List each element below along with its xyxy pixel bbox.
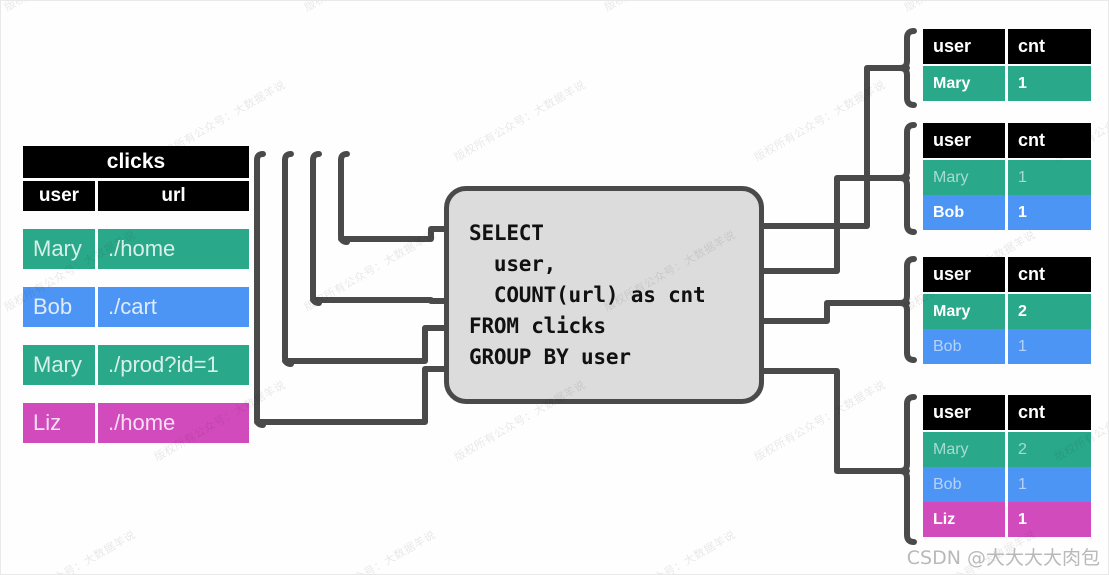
column-header-cnt: cnt: [1018, 36, 1045, 56]
cell-user: Liz: [33, 410, 62, 435]
result-bracket-2: [897, 122, 917, 235]
input-table-clicks: clicks user url Mary ./home Bob ./cart M…: [23, 146, 249, 443]
table-row: Liz 1: [923, 502, 1091, 537]
column-header-user: user: [933, 130, 972, 150]
left-bracket-rail-1: [254, 151, 266, 428]
cell-user: Bob: [33, 294, 73, 319]
cell-cnt: 1: [1018, 203, 1027, 221]
table-row: Mary 1: [923, 160, 1091, 195]
wire-row3-to-sql: [282, 325, 452, 364]
table-row: Mary 1: [923, 66, 1091, 101]
cell-user: Bob: [933, 475, 962, 493]
table-row: Bob 1: [923, 329, 1091, 364]
cell-cnt: 1: [1018, 510, 1027, 528]
cell-url: ./cart: [108, 294, 157, 319]
output-table-3: user cnt Mary 2 Bob 1: [923, 257, 1091, 364]
table-row: Mary 2: [923, 432, 1091, 467]
cell-cnt: 1: [1018, 475, 1027, 493]
column-header-user: user: [933, 264, 972, 284]
cell-user: Bob: [933, 203, 965, 221]
sql-query-text: SELECT user, COUNT(url) as cnt FROM clic…: [469, 220, 706, 369]
wire-row4-to-sql: [254, 366, 452, 425]
table-row: Mary 2: [923, 294, 1091, 329]
cell-cnt: 1: [1018, 337, 1027, 355]
table-row: Bob ./cart: [23, 287, 249, 327]
sql-query-box: SELECT user, COUNT(url) as cnt FROM clic…: [444, 186, 764, 404]
cell-cnt: 2: [1018, 302, 1027, 320]
wire-sql-to-result3: [756, 300, 910, 324]
diagram-canvas: clicks user url Mary ./home Bob ./cart M…: [0, 0, 1109, 575]
output-table-1: user cnt Mary 1: [923, 29, 1091, 101]
csdn-credit: CSDN @大大大大肉包: [906, 547, 1100, 569]
cell-cnt: 1: [1018, 74, 1027, 92]
output-table-2: user cnt Mary 1 Bob 1: [923, 123, 1091, 230]
column-header-cnt: cnt: [1018, 264, 1045, 284]
wire-row1-to-sql: [338, 226, 452, 242]
cell-url: ./prod?id=1: [108, 352, 219, 377]
cell-user: Mary: [33, 352, 82, 377]
table-row: Liz ./home: [23, 403, 249, 443]
cell-user: Mary: [933, 302, 971, 320]
column-header-cnt: cnt: [1018, 130, 1045, 150]
table-row: Mary ./home: [23, 229, 249, 269]
column-header-cnt: cnt: [1018, 402, 1045, 422]
table-title-row: clicks: [23, 146, 249, 178]
table-row: Bob 1: [923, 467, 1091, 502]
cell-user: Mary: [933, 440, 969, 458]
left-bracket-rail-4: [338, 151, 350, 245]
cell-user: Mary: [33, 236, 82, 261]
result-bracket-4: [897, 394, 917, 545]
table-header-row: user url: [23, 181, 249, 211]
cell-cnt: 2: [1018, 440, 1027, 458]
left-bracket-rail-3: [310, 151, 322, 306]
table-row: Mary ./prod?id=1: [23, 345, 249, 385]
result-bracket-1: [897, 28, 917, 108]
column-header-user: user: [933, 36, 972, 56]
table-row: Bob 1: [923, 195, 1091, 230]
cell-user: Mary: [933, 74, 971, 92]
cell-cnt: 1: [1018, 168, 1027, 186]
wire-sql-to-result4: [756, 368, 910, 474]
table-header-row: user cnt: [923, 257, 1091, 292]
cell-url: ./home: [108, 236, 176, 261]
column-header-user: user: [38, 185, 80, 206]
cell-user: Liz: [933, 510, 956, 528]
table-title: clicks: [106, 150, 166, 173]
cell-url: ./home: [108, 410, 176, 435]
table-header-row: user cnt: [923, 29, 1091, 64]
result-bracket-3: [897, 256, 917, 363]
table-header-row: user cnt: [923, 123, 1091, 158]
column-header-url: url: [161, 185, 186, 206]
wire-row2-to-sql: [310, 297, 452, 304]
cell-user: Bob: [933, 337, 962, 355]
wire-sql-to-result1: [756, 65, 910, 229]
column-header-user: user: [933, 402, 972, 422]
left-bracket-rail-2: [282, 151, 294, 367]
output-table-4: user cnt Mary 2 Bob 1 Liz 1: [923, 395, 1091, 537]
table-header-row: user cnt: [923, 395, 1091, 430]
cell-user: Mary: [933, 168, 969, 186]
